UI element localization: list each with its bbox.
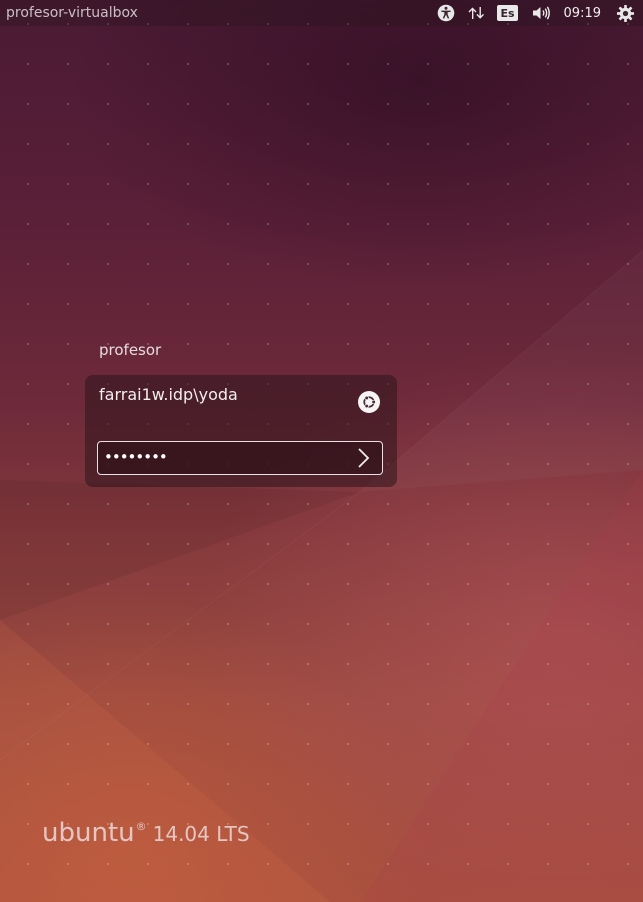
password-field[interactable]: ••••••••	[97, 441, 383, 475]
volume-icon[interactable]	[530, 0, 552, 26]
chevron-right-icon[interactable]	[352, 446, 376, 470]
accessibility-icon[interactable]	[435, 0, 457, 26]
ubuntu-session-icon[interactable]	[358, 391, 380, 413]
login-box: farrai1w.idp\yoda ••••••••	[85, 375, 397, 487]
ubuntu-branding: ubuntu ® 14.04 LTS	[42, 818, 250, 848]
gear-icon[interactable]	[615, 0, 635, 26]
keyboard-layout-indicator[interactable]: Es	[497, 5, 518, 21]
ubuntu-logo-word: ubuntu	[42, 818, 135, 848]
login-screen: profesor-virtualbox Es 09:19 profesor fa…	[0, 0, 643, 902]
hostname-label: profesor-virtualbox	[6, 5, 138, 21]
password-value: ••••••••	[104, 448, 168, 466]
clock[interactable]: 09:19	[564, 0, 601, 26]
network-icon[interactable]	[465, 0, 487, 26]
registered-mark: ®	[135, 820, 147, 833]
top-panel: profesor-virtualbox Es 09:19	[0, 0, 643, 26]
user-name-label[interactable]: profesor	[99, 341, 161, 359]
version-label: 14.04 LTS	[152, 822, 250, 846]
indicator-area: Es 09:19	[435, 0, 635, 26]
username-entry[interactable]: farrai1w.idp\yoda	[99, 385, 238, 404]
